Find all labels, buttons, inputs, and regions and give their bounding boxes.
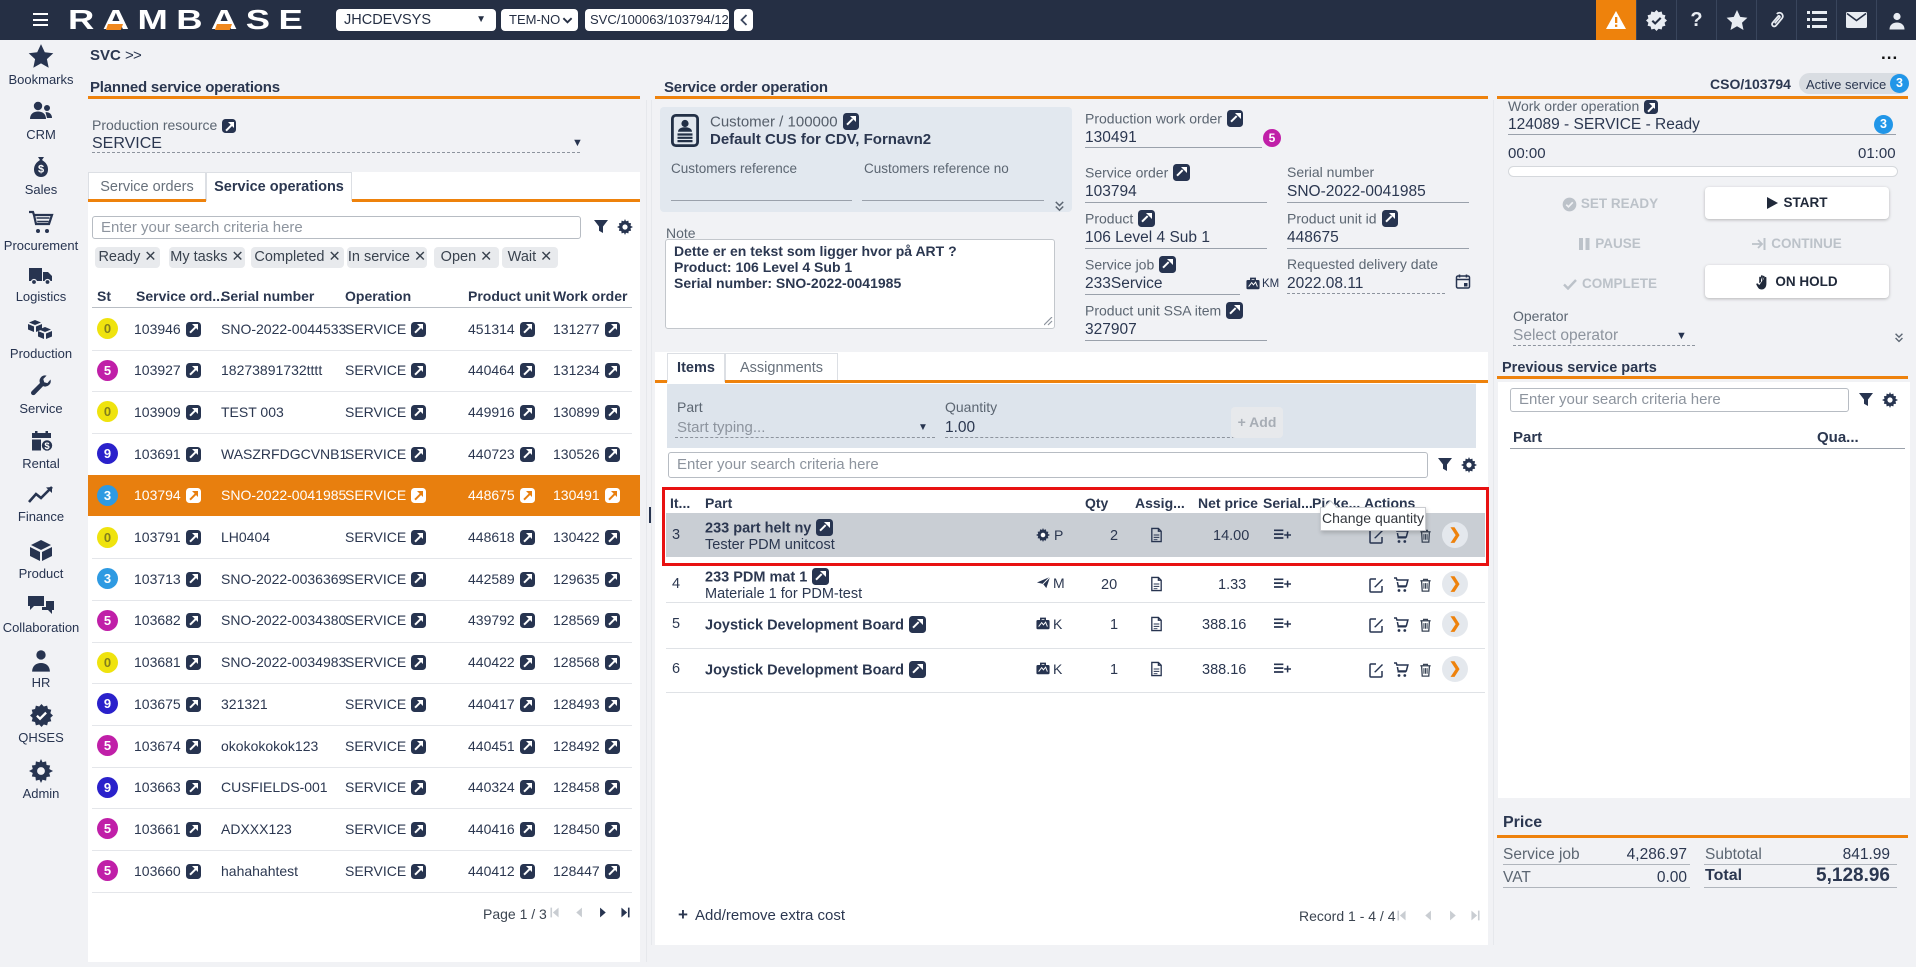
svg-text:$: $ — [38, 164, 44, 176]
svg-text:$: $ — [44, 441, 50, 452]
